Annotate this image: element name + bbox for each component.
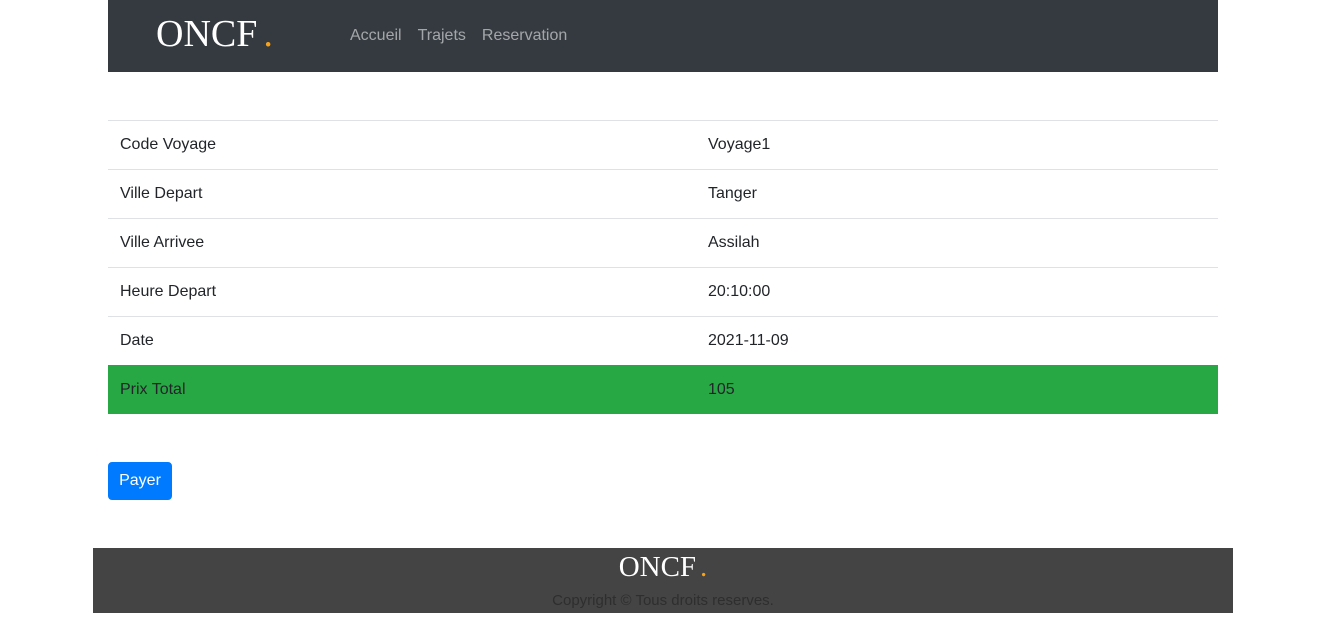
top-navbar: ONCF. Accueil Trajets Reservation [108, 0, 1218, 72]
nav-links: Accueil Trajets Reservation [342, 26, 575, 46]
row-label: Prix Total [108, 365, 696, 414]
table-row-ville-depart: Ville Depart Tanger [108, 169, 1218, 219]
table-row-prix-total: Prix Total 105 [108, 365, 1218, 414]
nav-link-trajets[interactable]: Trajets [410, 26, 474, 46]
row-value: 20:10:00 [696, 267, 1218, 317]
row-label: Date [108, 316, 696, 366]
pay-button[interactable]: Payer [108, 462, 172, 500]
page-footer: ONCF. Copyright © Tous droits reserves. [93, 548, 1233, 613]
footer-brand-text: ONCF [618, 551, 697, 583]
row-label: Code Voyage [108, 120, 696, 170]
trip-details-table: Code Voyage Voyage1 Ville Depart Tanger … [108, 120, 1218, 414]
nav-link-accueil[interactable]: Accueil [342, 26, 410, 46]
nav-link-reservation[interactable]: Reservation [474, 26, 575, 46]
footer-brand-logo: ONCF. [93, 550, 1233, 584]
row-value: Voyage1 [696, 120, 1218, 170]
copyright-text: Copyright © Tous droits reserves. [552, 592, 774, 609]
table-row-code-voyage: Code Voyage Voyage1 [108, 120, 1218, 170]
footer-brand-dot: . [700, 551, 708, 583]
row-value: Assilah [696, 218, 1218, 268]
row-value: 105 [696, 365, 1218, 414]
row-label: Heure Depart [108, 267, 696, 317]
row-label: Ville Depart [108, 169, 696, 219]
brand-dot: . [263, 13, 273, 55]
row-value: Tanger [696, 169, 1218, 219]
table-row-ville-arrivee: Ville Arrivee Assilah [108, 218, 1218, 268]
row-label: Ville Arrivee [108, 218, 696, 268]
brand-text: ONCF [156, 13, 258, 55]
brand-logo[interactable]: ONCF. [156, 12, 273, 56]
table-row-date: Date 2021-11-09 [108, 316, 1218, 366]
table-row-heure-depart: Heure Depart 20:10:00 [108, 267, 1218, 317]
row-value: 2021-11-09 [696, 316, 1218, 366]
